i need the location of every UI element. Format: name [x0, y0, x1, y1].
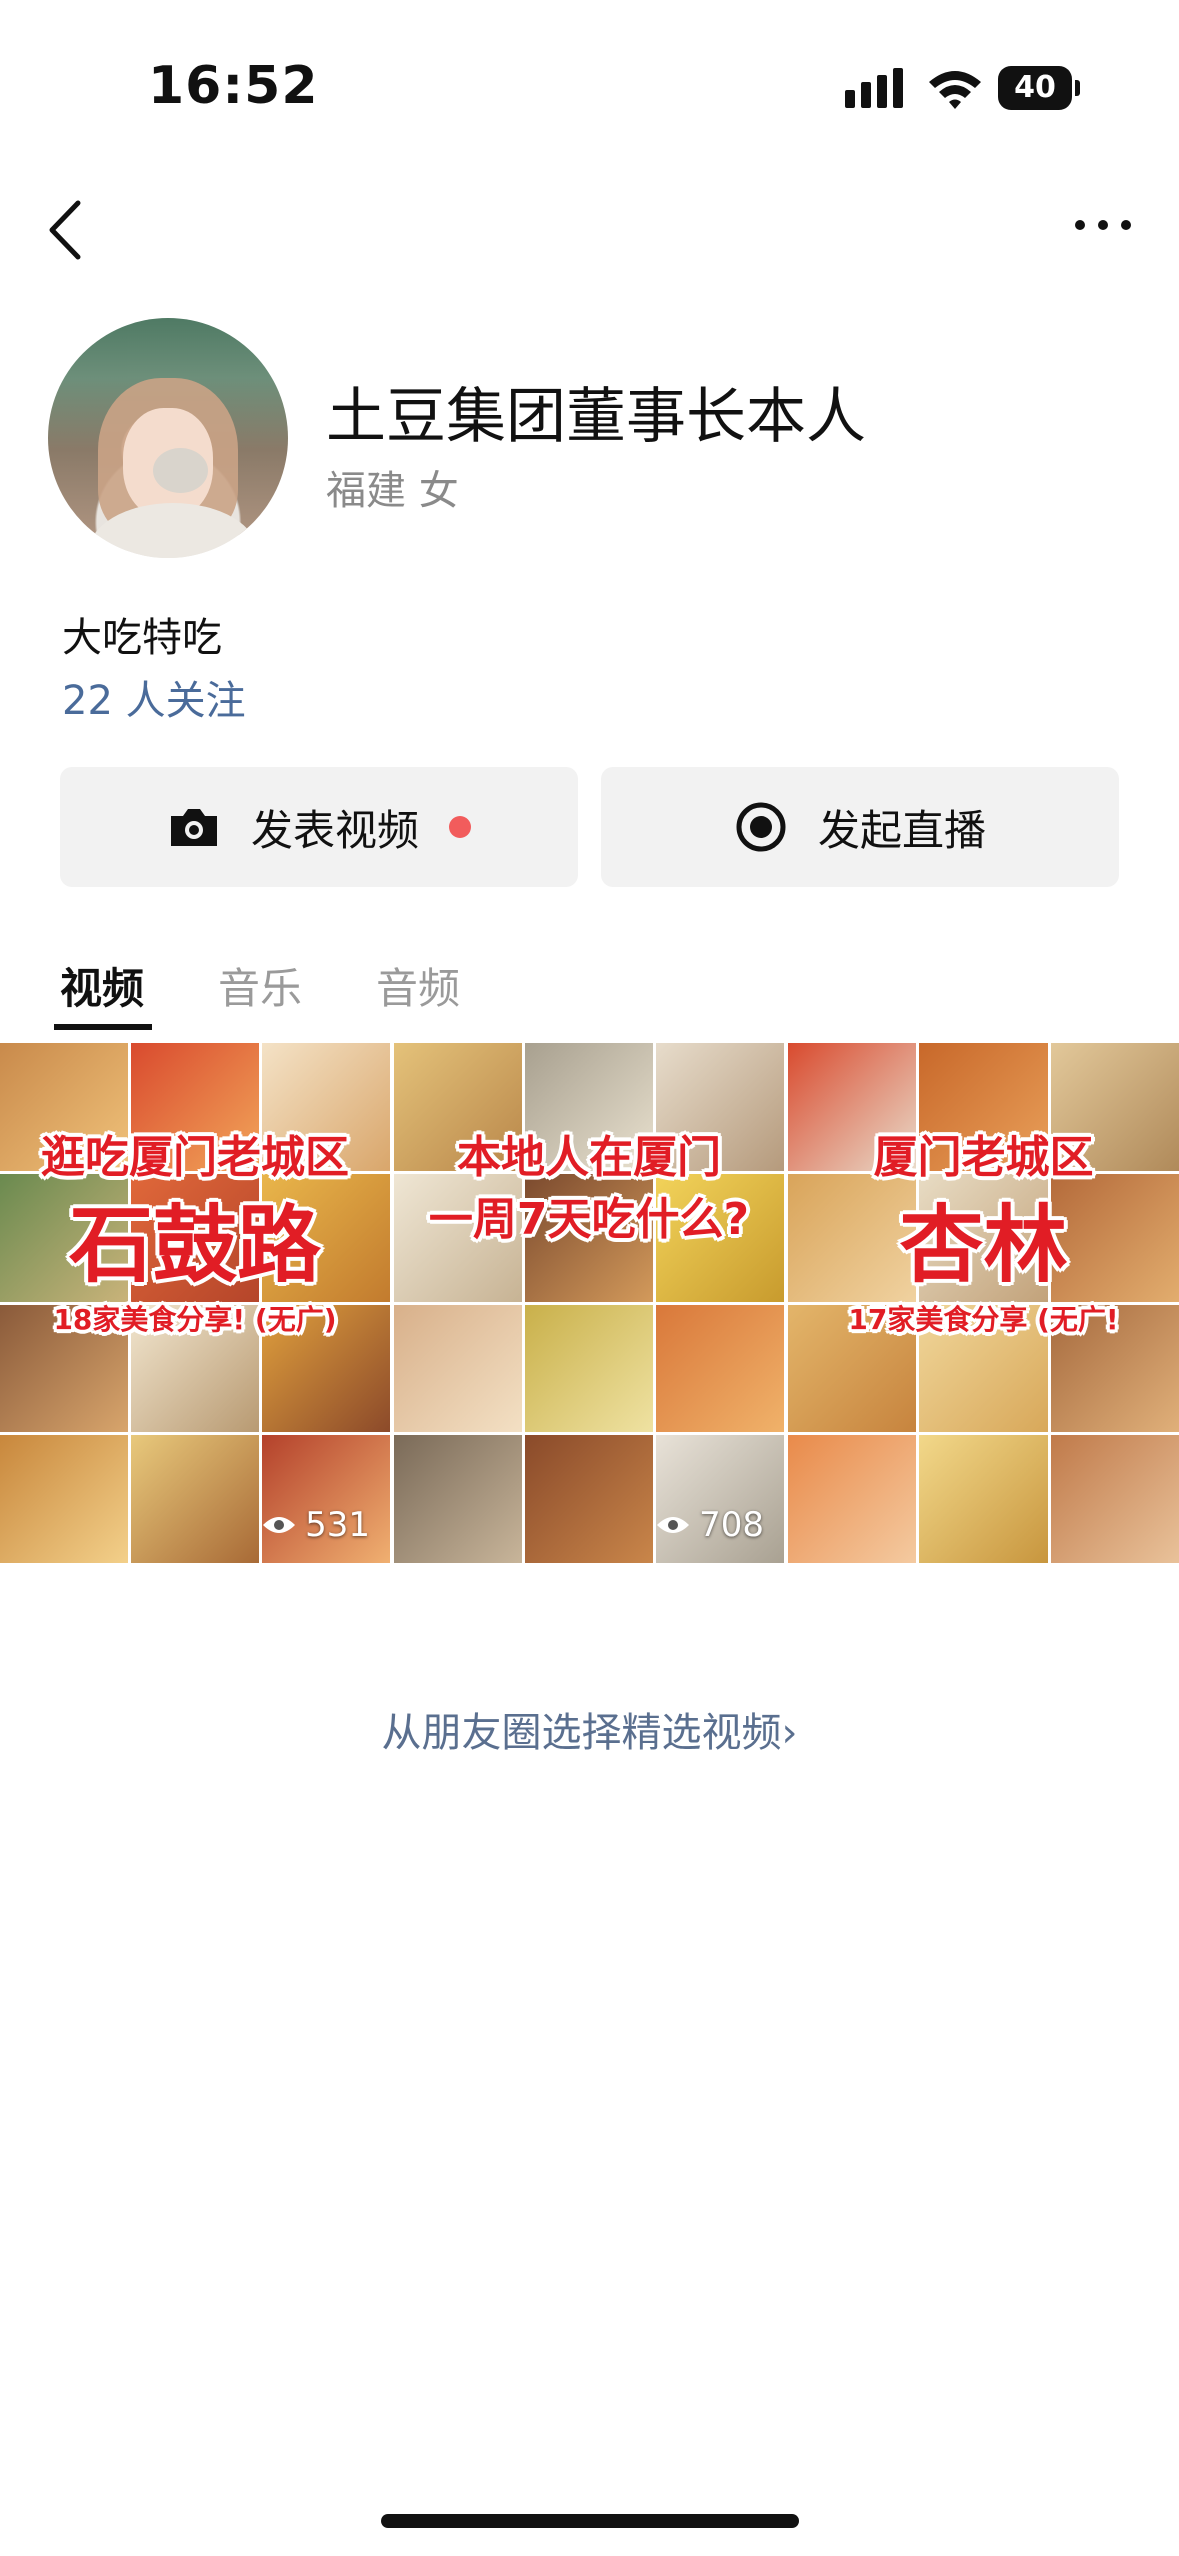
battery-icon: 40	[998, 66, 1080, 110]
view-count-value: 531	[305, 1505, 370, 1545]
eye-icon	[263, 1517, 296, 1533]
video-caption-line3: 18家美食分享! (无广)	[53, 1303, 337, 1336]
post-video-label: 发表视频	[250, 805, 419, 855]
tab-video[interactable]: 视频	[60, 955, 144, 1016]
profile-location-gender: 福建 女	[326, 468, 459, 514]
video-caption-line1: 本地人在厦门	[457, 1132, 721, 1183]
more-options-button[interactable]	[1068, 210, 1138, 240]
go-live-label: 发起直播	[817, 805, 986, 855]
view-count: 531	[261, 1505, 370, 1545]
video-caption-line2: 杏林	[899, 1196, 1068, 1294]
followers-link[interactable]: 22 人关注	[62, 668, 246, 726]
video-thumbnail-1[interactable]: 逛吃厦门老城区 石鼓路 18家美食分享! (无广) 531	[0, 1043, 390, 1563]
go-live-button[interactable]: 发起直播	[601, 767, 1119, 887]
video-caption-line1: 厦门老城区	[873, 1132, 1094, 1183]
video-caption-line2: 石鼓路	[68, 1196, 321, 1294]
tab-music[interactable]: 音乐	[218, 955, 302, 1016]
camera-icon	[170, 809, 217, 846]
live-record-icon	[736, 802, 786, 852]
home-indicator[interactable]	[381, 2514, 799, 2528]
signal-icon	[845, 68, 903, 108]
view-count: 708	[655, 1505, 764, 1545]
wifi-icon	[929, 71, 981, 109]
tab-audio[interactable]: 音频	[376, 955, 460, 1016]
avatar[interactable]	[48, 318, 288, 558]
video-thumbnail-3[interactable]: 厦门老城区 杏林 17家美食分享 (无广!	[788, 1043, 1179, 1563]
profile-name: 土豆集团董事长本人	[326, 382, 866, 452]
status-time: 16:52	[148, 56, 319, 116]
video-caption-line2: 一周7天吃什么?	[428, 1194, 750, 1245]
back-button[interactable]	[40, 195, 90, 265]
profile-signature: 大吃特吃	[62, 615, 222, 661]
post-video-button[interactable]: 发表视频	[60, 767, 578, 887]
video-thumbnail-2[interactable]: 本地人在厦门 一周7天吃什么? 708	[394, 1043, 784, 1563]
new-indicator-dot	[449, 816, 471, 838]
video-caption-line3: 17家美食分享 (无广!	[848, 1303, 1119, 1336]
active-tab-indicator	[54, 1024, 152, 1030]
battery-level: 40	[998, 66, 1072, 110]
select-featured-from-moments-link[interactable]: 从朋友圈选择精选视频›	[0, 1700, 1179, 1758]
eye-icon	[657, 1517, 690, 1533]
view-count-value: 708	[699, 1505, 764, 1545]
video-caption-line1: 逛吃厦门老城区	[41, 1132, 349, 1183]
